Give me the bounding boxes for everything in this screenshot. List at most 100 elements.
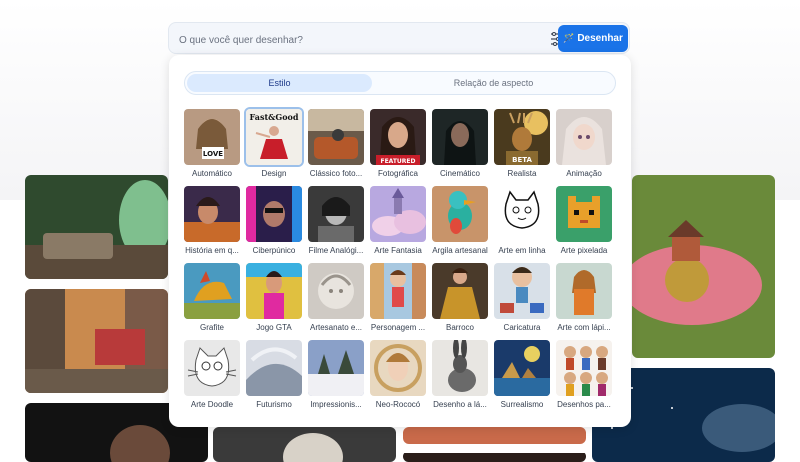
style-label: Futurismo bbox=[256, 400, 292, 409]
prompt-bar: 🪄 Desenhar bbox=[168, 22, 630, 54]
style-option[interactable]: FEATURED Fotográfica bbox=[369, 109, 427, 178]
style-thumbnail bbox=[494, 186, 550, 242]
style-label: Filme Analógi... bbox=[308, 246, 364, 255]
style-option[interactable]: Arte Doodle bbox=[183, 340, 241, 409]
style-label: Arte pixelada bbox=[560, 246, 608, 255]
style-thumbnail bbox=[308, 263, 364, 319]
style-label: Ciberpúnico bbox=[252, 246, 296, 255]
style-option[interactable]: Personagem ... bbox=[369, 263, 427, 332]
style-thumbnail bbox=[432, 263, 488, 319]
draw-button[interactable]: 🪄 Desenhar bbox=[558, 25, 628, 52]
style-label: Arte Fantasia bbox=[374, 246, 422, 255]
style-thumbnail bbox=[494, 263, 550, 319]
svg-text:FEATURED: FEATURED bbox=[380, 158, 415, 165]
style-label: Desenho a lá... bbox=[433, 400, 487, 409]
style-thumbnail bbox=[184, 186, 240, 242]
gallery-image-egg[interactable] bbox=[213, 427, 396, 462]
style-label: Automático bbox=[191, 169, 233, 178]
tab-bar: Estilo Relação de aspecto bbox=[184, 71, 616, 95]
draw-button-label: Desenhar bbox=[577, 33, 623, 44]
style-thumbnail: LOVE bbox=[184, 109, 240, 165]
style-thumbnail: FEATURED bbox=[370, 109, 426, 165]
style-thumbnail bbox=[556, 109, 612, 165]
style-label: Arte em linha bbox=[498, 246, 546, 255]
magic-wand-icon: 🪄 bbox=[563, 33, 575, 43]
style-option[interactable]: Animação bbox=[555, 109, 613, 178]
gallery-image-flower-house[interactable] bbox=[632, 175, 775, 358]
style-label: Grafite bbox=[199, 323, 224, 332]
svg-text:Fast&Good: Fast&Good bbox=[250, 112, 299, 122]
style-thumbnail bbox=[308, 186, 364, 242]
tab-aspect-ratio[interactable]: Relação de aspecto bbox=[401, 74, 586, 92]
style-thumbnail bbox=[246, 263, 302, 319]
style-option[interactable]: Arte com lápi... bbox=[555, 263, 613, 332]
style-label: Realista bbox=[507, 169, 537, 178]
style-thumbnail bbox=[184, 263, 240, 319]
style-label: Desenhos pa... bbox=[557, 400, 611, 409]
tab-style[interactable]: Estilo bbox=[187, 74, 372, 92]
style-label: Animação bbox=[566, 169, 602, 178]
style-option[interactable]: Arte pixelada bbox=[555, 186, 613, 255]
style-label: Arte Doodle bbox=[190, 400, 234, 409]
style-option[interactable]: Argila artesanal bbox=[431, 186, 489, 255]
style-thumbnail bbox=[432, 186, 488, 242]
prompt-input[interactable] bbox=[177, 29, 541, 51]
style-option[interactable]: Jogo GTA bbox=[245, 263, 303, 332]
style-option[interactable]: Filme Analógi... bbox=[307, 186, 365, 255]
style-option[interactable]: Arte Fantasia bbox=[369, 186, 427, 255]
style-option[interactable]: Grafite bbox=[183, 263, 241, 332]
style-thumbnail bbox=[184, 340, 240, 396]
style-label: Jogo GTA bbox=[256, 323, 292, 332]
style-label: Impressionis... bbox=[310, 400, 362, 409]
style-option[interactable]: Impressionis... bbox=[307, 340, 365, 409]
style-thumbnail: Fast&Good bbox=[246, 109, 302, 165]
style-thumbnail bbox=[370, 186, 426, 242]
style-option[interactable]: Neo-Rococó bbox=[369, 340, 427, 409]
svg-text:LOVE: LOVE bbox=[203, 150, 223, 158]
style-thumbnail bbox=[556, 263, 612, 319]
style-option[interactable]: Barroco bbox=[431, 263, 489, 332]
style-label: Fotográfica bbox=[377, 169, 419, 178]
style-option[interactable]: LOVE Automático bbox=[183, 109, 241, 178]
style-thumbnail bbox=[246, 186, 302, 242]
style-thumbnail bbox=[370, 340, 426, 396]
style-thumbnail bbox=[370, 263, 426, 319]
style-label: Clássico foto... bbox=[309, 169, 363, 178]
style-option[interactable]: História em q... bbox=[183, 186, 241, 255]
style-option[interactable]: Caricatura bbox=[493, 263, 551, 332]
style-option[interactable]: Clássico foto... bbox=[307, 109, 365, 178]
style-label: Cinemático bbox=[439, 169, 480, 178]
style-thumbnail bbox=[432, 340, 488, 396]
style-option[interactable]: Arte em linha bbox=[493, 186, 551, 255]
style-option[interactable]: Futurismo bbox=[245, 340, 303, 409]
style-label: História em q... bbox=[185, 246, 239, 255]
style-option[interactable]: Ciberpúnico bbox=[245, 186, 303, 255]
style-thumbnail bbox=[308, 109, 364, 165]
style-thumbnail bbox=[432, 109, 488, 165]
style-thumbnail bbox=[556, 340, 612, 396]
svg-text:BETA: BETA bbox=[512, 156, 532, 164]
style-thumbnail bbox=[246, 340, 302, 396]
gallery-image-bedroom[interactable] bbox=[25, 175, 168, 279]
style-option[interactable]: Fast&Good Design bbox=[245, 109, 303, 178]
style-thumbnail: BETA bbox=[494, 109, 550, 165]
style-label: Surrealismo bbox=[500, 400, 544, 409]
style-option[interactable]: Desenho a lá... bbox=[431, 340, 489, 409]
style-label: Design bbox=[261, 169, 287, 178]
style-picker-panel: Estilo Relação de aspecto LOVE Automátic… bbox=[169, 55, 631, 427]
gallery-image-street[interactable] bbox=[25, 289, 168, 393]
style-label: Neo-Rococó bbox=[375, 400, 421, 409]
style-label: Personagem ... bbox=[370, 323, 426, 332]
style-label: Barroco bbox=[445, 323, 474, 332]
style-option[interactable]: BETA Realista bbox=[493, 109, 551, 178]
style-thumbnail bbox=[556, 186, 612, 242]
style-option[interactable]: Artesanato e... bbox=[307, 263, 365, 332]
style-label: Caricatura bbox=[503, 323, 541, 332]
style-option[interactable]: Desenhos pa... bbox=[555, 340, 613, 409]
style-option[interactable]: Cinemático bbox=[431, 109, 489, 178]
style-option[interactable]: Surrealismo bbox=[493, 340, 551, 409]
style-label: Artesanato e... bbox=[309, 323, 363, 332]
gallery-image-orange[interactable] bbox=[403, 427, 586, 444]
gallery-image-dark[interactable] bbox=[403, 451, 586, 462]
style-thumbnail bbox=[494, 340, 550, 396]
